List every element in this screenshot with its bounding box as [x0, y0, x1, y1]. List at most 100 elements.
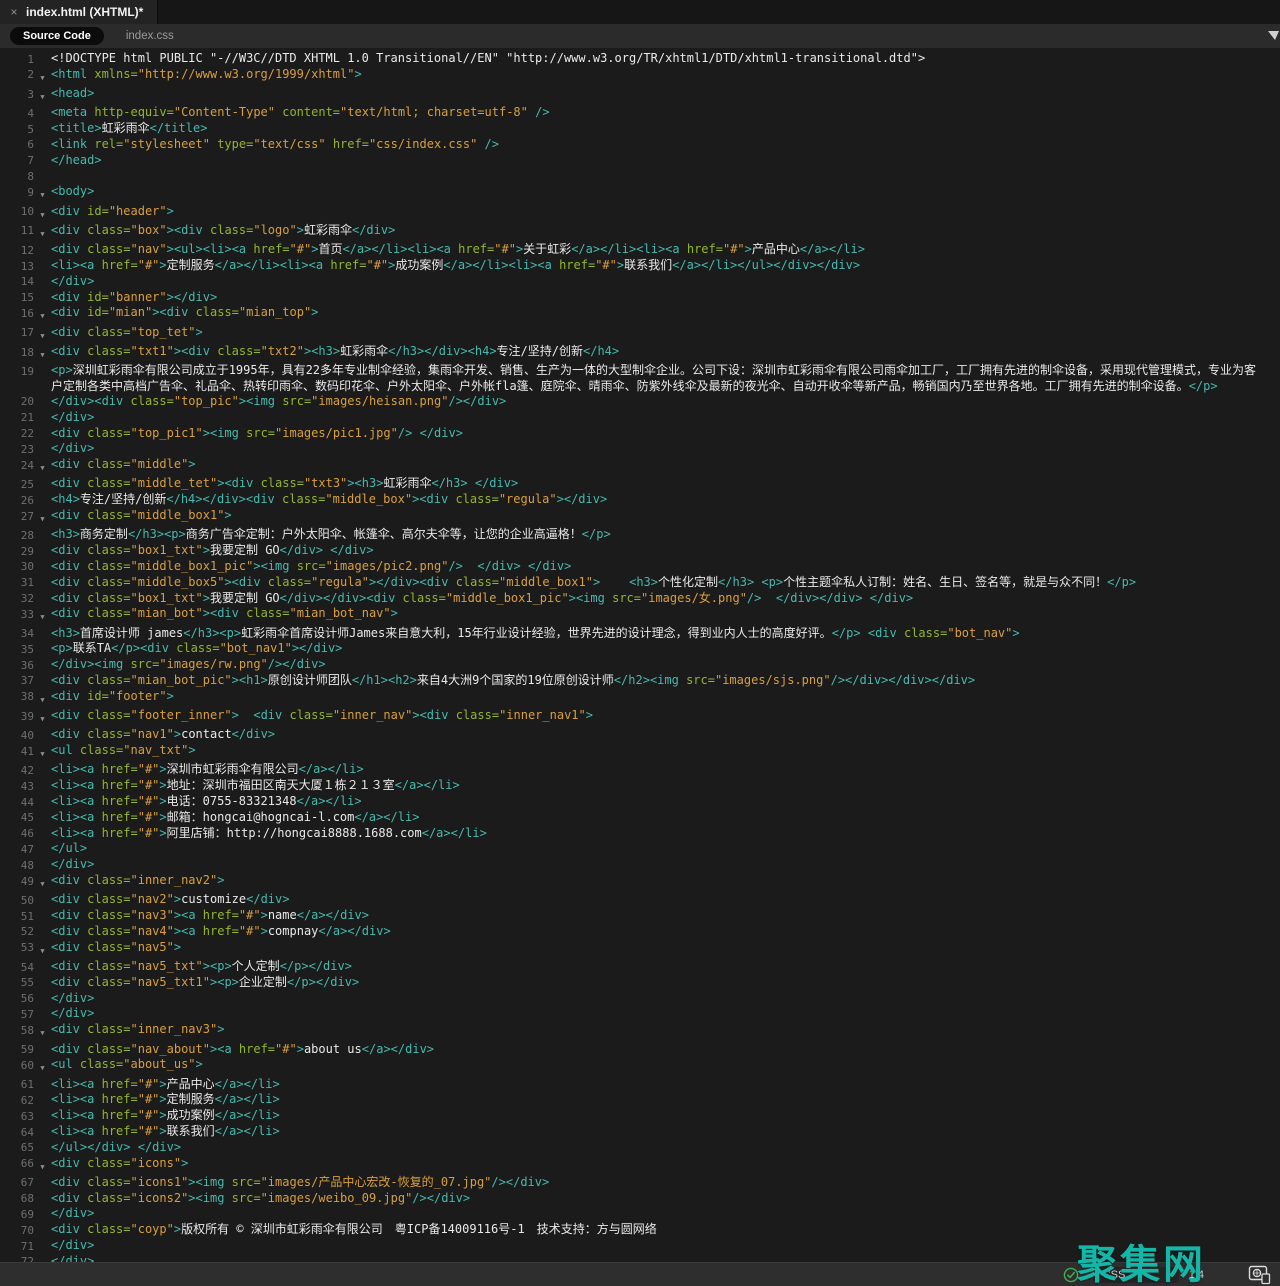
code-text[interactable]: <!DOCTYPE html PUBLIC "-//W3C//DTD XHTML…	[51, 51, 1280, 66]
code-text[interactable]: <li><a href="#">邮箱：hongcai@hogncai-l.com…	[51, 810, 1280, 825]
code-line[interactable]: 10▼<div id="header">	[0, 204, 1280, 223]
code-text[interactable]: <li><a href="#">联系我们</a></li>	[51, 1124, 1280, 1139]
code-line[interactable]: 24▼<div class="middle">	[0, 457, 1280, 476]
code-line[interactable]: 44<li><a href="#">电话：0755-83321348</a></…	[0, 794, 1280, 810]
code-line[interactable]: 65</ul></div> </div>	[0, 1140, 1280, 1156]
code-text[interactable]: <div class="nav3"><a href="#">name</a></…	[51, 908, 1280, 923]
code-text[interactable]: <ul class="nav_txt">	[51, 743, 1280, 758]
code-text[interactable]: </ul>	[51, 841, 1280, 856]
code-text[interactable]: <div class="inner_nav2">	[51, 873, 1280, 888]
code-text[interactable]: <div class="top_tet">	[51, 325, 1280, 340]
fold-arrow-icon[interactable]: ▼	[34, 204, 51, 223]
code-text[interactable]: </div>	[51, 991, 1280, 1006]
code-text[interactable]: </head>	[51, 153, 1280, 168]
code-line[interactable]: 71</div>	[0, 1238, 1280, 1254]
code-line[interactable]: 29<div class="box1_txt">我要定制 GO</div> </…	[0, 543, 1280, 559]
code-text[interactable]: <h3>首席设计师 james</h3><p>虹彩雨伞首席设计师James来自意…	[51, 626, 1280, 641]
code-text[interactable]: <li><a href="#">定制服务</a></li>	[51, 1092, 1280, 1107]
code-text[interactable]: <div class="nav5_txt1"><p>企业定制</p></div>	[51, 975, 1280, 990]
code-text[interactable]: <li><a href="#">地址：深圳市福田区南天大厦１栋２１３室</a><…	[51, 778, 1280, 793]
code-line[interactable]: 50<div class="nav2">customize</div>	[0, 892, 1280, 908]
code-text[interactable]: <div class="nav"><ul><li><a href="#">首页<…	[51, 242, 1280, 257]
code-line[interactable]: 46<li><a href="#">阿里店铺：http://hongcai888…	[0, 826, 1280, 842]
code-text[interactable]: </div>	[51, 1206, 1280, 1221]
code-text[interactable]: <p>深圳虹彩雨伞有限公司成立于1995年，具有22多年专业制伞经验，集雨伞开发…	[51, 363, 1280, 394]
fold-arrow-icon[interactable]: ▼	[34, 325, 51, 344]
fold-arrow-icon[interactable]: ▼	[34, 1022, 51, 1041]
fold-arrow-icon[interactable]: ▼	[34, 67, 51, 86]
code-text[interactable]: <div class="nav4"><a href="#">compnay</a…	[51, 924, 1280, 939]
code-text[interactable]: <div class="inner_nav3">	[51, 1022, 1280, 1037]
code-editor[interactable]: 1<!DOCTYPE html PUBLIC "-//W3C//DTD XHTM…	[0, 48, 1280, 1262]
code-line[interactable]: 36</div><img src="images/rw.png"/></div>	[0, 657, 1280, 673]
code-line[interactable]: 39▼<div class="footer_inner"> <div class…	[0, 708, 1280, 727]
code-text[interactable]: <li><a href="#">成功案例</a></li>	[51, 1108, 1280, 1123]
fold-arrow-icon[interactable]: ▼	[34, 689, 51, 708]
code-line[interactable]: 38▼<div id="footer">	[0, 689, 1280, 708]
code-text[interactable]: <div class="middle_box1_pic"><img src="i…	[51, 559, 1280, 574]
code-line[interactable]: 67<div class="icons1"><img src="images/产…	[0, 1175, 1280, 1191]
code-line[interactable]: 7</head>	[0, 153, 1280, 169]
code-line[interactable]: 2▼<html xmlns="http://www.w3.org/1999/xh…	[0, 67, 1280, 86]
fold-arrow-icon[interactable]: ▼	[34, 873, 51, 892]
code-line[interactable]: 22<div class="top_pic1"><img src="images…	[0, 426, 1280, 442]
tab-index-css[interactable]: index.css	[126, 30, 174, 42]
code-line[interactable]: 6<link rel="stylesheet" type="text/css" …	[0, 137, 1280, 153]
code-line[interactable]: 3▼<head>	[0, 86, 1280, 105]
code-text[interactable]: <div class="nav1">contact</div>	[51, 727, 1280, 742]
code-text[interactable]: <div class="top_pic1"><img src="images/p…	[51, 426, 1280, 441]
code-text[interactable]: </div>	[51, 1254, 1280, 1262]
code-line[interactable]: 18▼<div class="txt1"><div class="txt2"><…	[0, 344, 1280, 363]
code-line[interactable]: 70<div class="coyp">版权所有 © 深圳市虹彩雨伞有限公司 粤…	[0, 1222, 1280, 1238]
fold-arrow-icon[interactable]: ▼	[34, 305, 51, 324]
code-text[interactable]: </div>	[51, 441, 1280, 456]
code-line[interactable]: 45<li><a href="#">邮箱：hongcai@hogncai-l.c…	[0, 810, 1280, 826]
code-text[interactable]: <title>虹彩雨伞</title>	[51, 121, 1280, 136]
code-text[interactable]: <div id="header">	[51, 204, 1280, 219]
code-line[interactable]: 11▼<div class="box"><div class="logo">虹彩…	[0, 223, 1280, 242]
code-line[interactable]: 61<li><a href="#">产品中心</a></li>	[0, 1077, 1280, 1093]
code-line[interactable]: 15<div id="banner"></div>	[0, 290, 1280, 306]
code-line[interactable]: 23</div>	[0, 441, 1280, 457]
code-text[interactable]: <li><a href="#">阿里店铺：http://hongcai8888.…	[51, 826, 1280, 841]
code-line[interactable]: 66▼<div class="icons">	[0, 1156, 1280, 1175]
code-text[interactable]: </div><div class="top_pic"><img src="ima…	[51, 394, 1280, 409]
code-line[interactable]: 60▼<ul class="about_us">	[0, 1057, 1280, 1076]
code-line[interactable]: 42<li><a href="#">深圳市虹彩雨伞有限公司</a></li>	[0, 762, 1280, 778]
fold-arrow-icon[interactable]: ▼	[34, 708, 51, 727]
code-text[interactable]: <li><a href="#">产品中心</a></li>	[51, 1077, 1280, 1092]
code-line[interactable]: 49▼<div class="inner_nav2">	[0, 873, 1280, 892]
code-text[interactable]: <div class="middle_tet"><div class="txt3…	[51, 476, 1280, 491]
code-line[interactable]: 26<h4>专注/坚持/创新</h4></div><div class="mid…	[0, 492, 1280, 508]
code-text[interactable]: <ul class="about_us">	[51, 1057, 1280, 1072]
fold-arrow-icon[interactable]: ▼	[34, 457, 51, 476]
code-line[interactable]: 41▼<ul class="nav_txt">	[0, 743, 1280, 762]
code-line[interactable]: 54<div class="nav5_txt"><p>个人定制</p></div…	[0, 959, 1280, 975]
code-text[interactable]: <div class="box1_txt">我要定制 GO</div></div…	[51, 591, 1280, 606]
code-text[interactable]: <div class="nav2">customize</div>	[51, 892, 1280, 907]
code-line[interactable]: 52<div class="nav4"><a href="#">compnay<…	[0, 924, 1280, 940]
fold-arrow-icon[interactable]: ▼	[34, 223, 51, 242]
code-line[interactable]: 9▼<body>	[0, 184, 1280, 203]
code-text[interactable]: <div class="nav5_txt"><p>个人定制</p></div>	[51, 959, 1280, 974]
fold-arrow-icon[interactable]: ▼	[34, 743, 51, 762]
code-text[interactable]: </div><img src="images/rw.png"/></div>	[51, 657, 1280, 672]
code-line[interactable]: 20</div><div class="top_pic"><img src="i…	[0, 394, 1280, 410]
code-line[interactable]: 56</div>	[0, 991, 1280, 1007]
code-text[interactable]: </div>	[51, 1006, 1280, 1021]
code-line[interactable]: 43<li><a href="#">地址：深圳市福田区南天大厦１栋２１３室</a…	[0, 778, 1280, 794]
code-text[interactable]: <div class="icons2"><img src="images/wei…	[51, 1191, 1280, 1206]
syntax-mode-button[interactable]: CSS	[1093, 1267, 1179, 1283]
code-line[interactable]: 48</div>	[0, 857, 1280, 873]
code-text[interactable]: <html xmlns="http://www.w3.org/1999/xhtm…	[51, 67, 1280, 82]
code-line[interactable]: 59<div class="nav_about"><a href="#">abo…	[0, 1042, 1280, 1058]
code-line[interactable]: 33▼<div class="mian_bot"><div class="mia…	[0, 606, 1280, 625]
fold-arrow-icon[interactable]: ▼	[34, 86, 51, 105]
fold-arrow-icon[interactable]: ▼	[34, 508, 51, 527]
code-line[interactable]: 69</div>	[0, 1206, 1280, 1222]
overflow-indicator-icon[interactable]	[1268, 31, 1279, 40]
code-text[interactable]: <div class="box1_txt">我要定制 GO</div> </di…	[51, 543, 1280, 558]
code-line[interactable]: 1<!DOCTYPE html PUBLIC "-//W3C//DTD XHTM…	[0, 51, 1280, 67]
code-line[interactable]: 57</div>	[0, 1006, 1280, 1022]
code-text[interactable]: <div class="footer_inner"> <div class="i…	[51, 708, 1280, 723]
